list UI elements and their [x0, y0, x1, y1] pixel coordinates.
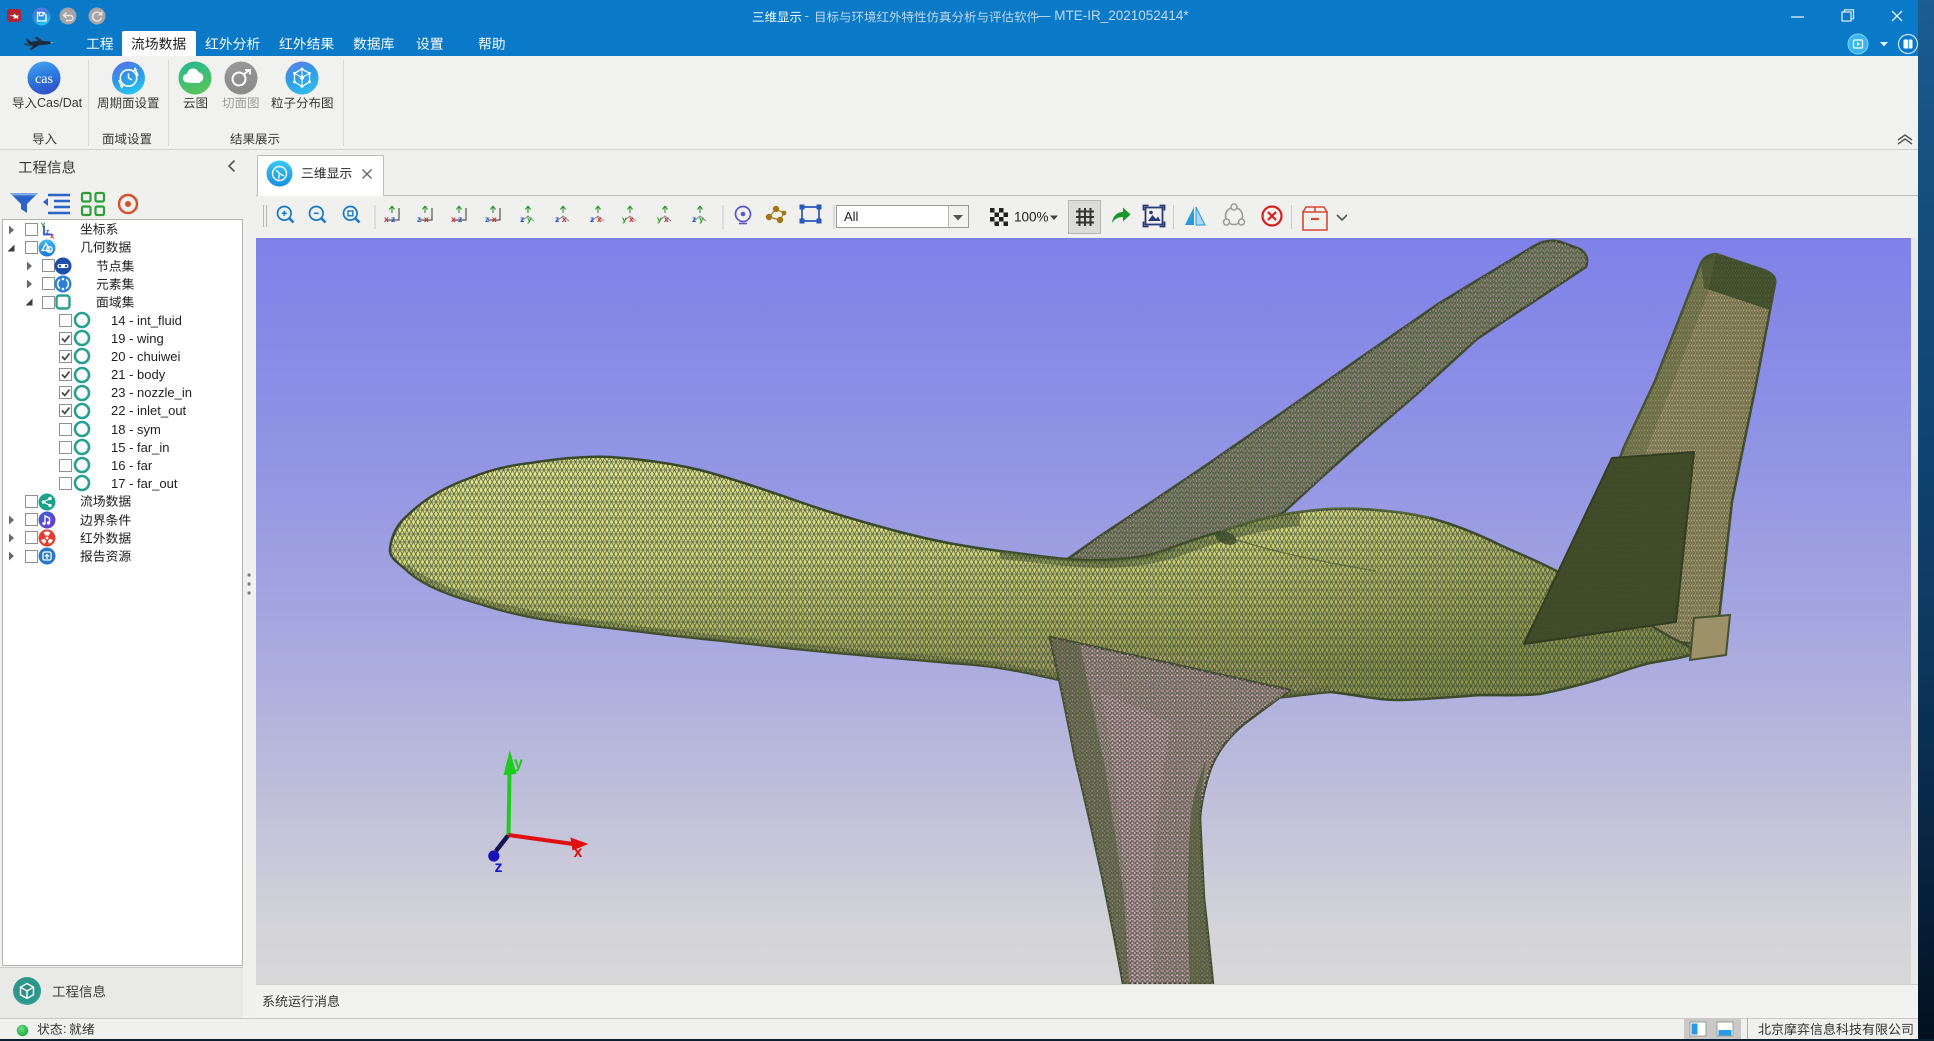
svg-text:z: z [391, 214, 395, 224]
svg-text:y: y [622, 214, 627, 224]
svg-text:x: x [597, 214, 602, 224]
svg-text:x: x [384, 214, 389, 224]
svg-text:z: z [520, 214, 524, 224]
svg-text:y: y [699, 214, 704, 224]
svg-text:z: z [458, 214, 462, 224]
svg-text:z: z [495, 859, 503, 876]
svg-text:z: z [485, 214, 489, 224]
svg-text:x: x [664, 214, 669, 224]
svg-text:z: z [417, 214, 421, 224]
svg-text:y: y [657, 214, 662, 224]
svg-text:y: y [514, 755, 523, 772]
svg-text:z: z [692, 214, 696, 224]
svg-text:z: z [555, 214, 559, 224]
svg-text:x: x [492, 214, 497, 224]
svg-text:Y: Y [41, 221, 46, 230]
svg-text:x: x [574, 844, 583, 861]
svg-text:x: x [562, 214, 567, 224]
svg-text:x: x [424, 214, 429, 224]
svg-text:x: x [451, 214, 456, 224]
svg-text:x: x [629, 214, 634, 224]
svg-text:z: z [590, 214, 594, 224]
svg-text:y: y [527, 214, 532, 224]
svg-text:x: x [50, 231, 55, 239]
svg-text:cas: cas [35, 72, 53, 87]
svg-text:100%: 100% [1014, 210, 1049, 225]
